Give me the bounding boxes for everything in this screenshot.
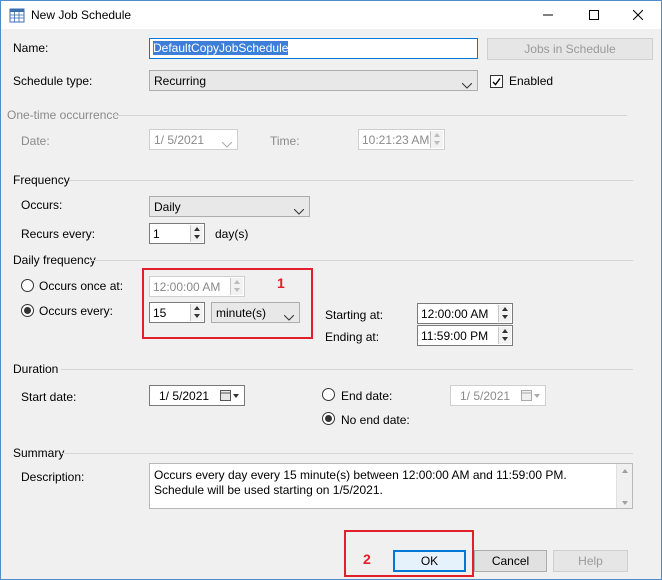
annotation-box-1 xyxy=(142,268,313,339)
close-button[interactable] xyxy=(615,1,661,29)
duration-group-title: Duration xyxy=(13,362,59,376)
calendar-dropdown-icon xyxy=(220,390,240,405)
frequency-group-title: Frequency xyxy=(13,173,70,187)
end-date-label: End date: xyxy=(341,389,393,403)
starting-at-value: 12:00:00 AM xyxy=(421,307,489,321)
jobs-in-schedule-button[interactable]: Jobs in Schedule xyxy=(487,38,653,60)
occurs-every-radio[interactable] xyxy=(21,304,34,317)
occurs-value: Daily xyxy=(154,200,181,214)
no-end-date-label: No end date: xyxy=(341,413,410,427)
annotation-number-1: 1 xyxy=(277,275,285,291)
start-date-label: Start date: xyxy=(21,390,77,404)
frequency-divider xyxy=(69,180,633,181)
ending-at-value: 11:59:00 PM xyxy=(421,329,489,343)
cancel-button[interactable]: Cancel xyxy=(474,550,547,572)
title-bar[interactable]: New Job Schedule xyxy=(1,1,661,29)
schedule-type-select[interactable]: Recurring xyxy=(149,70,478,91)
start-date-picker[interactable]: 1/ 5/2021 xyxy=(149,385,245,406)
starting-at-spinner[interactable]: 12:00:00 AM xyxy=(417,303,513,324)
help-button[interactable]: Help xyxy=(553,550,628,572)
schedule-type-label: Schedule type: xyxy=(13,74,93,88)
calendar-icon xyxy=(9,7,25,23)
duration-divider xyxy=(61,369,633,370)
starting-at-label: Starting at: xyxy=(325,308,384,322)
summary-group-title: Summary xyxy=(13,446,65,460)
start-date-value: 1/ 5/2021 xyxy=(159,389,210,403)
one-time-group-title: One-time occurrence xyxy=(7,108,120,122)
no-end-date-radio[interactable] xyxy=(322,412,335,425)
chevron-down-icon xyxy=(293,204,305,218)
end-date-value: 1/ 5/2021 xyxy=(460,389,511,403)
daily-frequency-divider xyxy=(91,260,633,261)
spin-up-icon xyxy=(191,225,203,233)
chevron-down-icon xyxy=(221,137,233,151)
minimize-button[interactable] xyxy=(525,1,571,29)
recurs-every-spinner[interactable]: 1 xyxy=(149,223,205,244)
summary-divider xyxy=(61,453,633,454)
one-time-time-value: 10:21:23 AM xyxy=(362,133,430,147)
name-input[interactable]: DefaultCopyJobSchedule xyxy=(149,38,478,59)
annotation-number-2: 2 xyxy=(363,551,371,567)
one-time-divider xyxy=(113,115,627,116)
one-time-date-picker[interactable]: 1/ 5/2021 xyxy=(149,129,238,150)
occurs-once-radio[interactable] xyxy=(21,279,34,292)
occurs-select[interactable]: Daily xyxy=(149,196,310,217)
spin-down-icon xyxy=(191,233,203,241)
one-time-time-spinner[interactable]: 10:21:23 AM xyxy=(358,129,445,150)
daily-frequency-group-title: Daily frequency xyxy=(13,253,96,267)
new-job-schedule-dialog: New Job Schedule Name: DefaultCopyJobSch… xyxy=(0,0,662,580)
end-date-radio[interactable] xyxy=(322,388,335,401)
description-text: Occurs every day every 15 minute(s) betw… xyxy=(154,468,567,497)
description-box[interactable]: Occurs every day every 15 minute(s) betw… xyxy=(149,463,633,509)
occurs-every-label: Occurs every: xyxy=(39,304,114,318)
recurs-unit-label: day(s) xyxy=(215,227,249,241)
name-label: Name: xyxy=(13,41,49,55)
recurs-every-label: Recurs every: xyxy=(21,227,96,241)
name-value: DefaultCopyJobSchedule xyxy=(153,41,289,55)
recurs-every-value: 1 xyxy=(153,227,160,241)
description-scrollbar[interactable] xyxy=(616,464,632,508)
description-label: Description: xyxy=(21,470,85,484)
spin-down-icon xyxy=(431,139,443,147)
window-title: New Job Schedule xyxy=(31,8,132,22)
date-label: Date: xyxy=(21,134,50,148)
end-date-picker[interactable]: 1/ 5/2021 xyxy=(450,385,546,406)
enabled-checkbox[interactable] xyxy=(490,75,503,88)
chevron-down-icon xyxy=(461,78,473,92)
enabled-label: Enabled xyxy=(509,74,554,88)
spin-down-icon xyxy=(499,313,511,321)
occurs-label: Occurs: xyxy=(21,198,63,212)
spin-up-icon xyxy=(431,131,443,139)
calendar-dropdown-icon xyxy=(521,390,541,405)
time-label: Time: xyxy=(270,134,300,148)
schedule-type-value: Recurring xyxy=(154,74,207,88)
occurs-once-label: Occurs once at: xyxy=(39,279,124,293)
spin-down-icon xyxy=(499,335,511,343)
spin-up-icon xyxy=(499,305,511,313)
maximize-button[interactable] xyxy=(571,1,617,29)
one-time-date-value: 1/ 5/2021 xyxy=(154,133,205,147)
ending-at-label: Ending at: xyxy=(325,330,380,344)
spin-up-icon xyxy=(499,327,511,335)
ending-at-spinner[interactable]: 11:59:00 PM xyxy=(417,325,513,346)
